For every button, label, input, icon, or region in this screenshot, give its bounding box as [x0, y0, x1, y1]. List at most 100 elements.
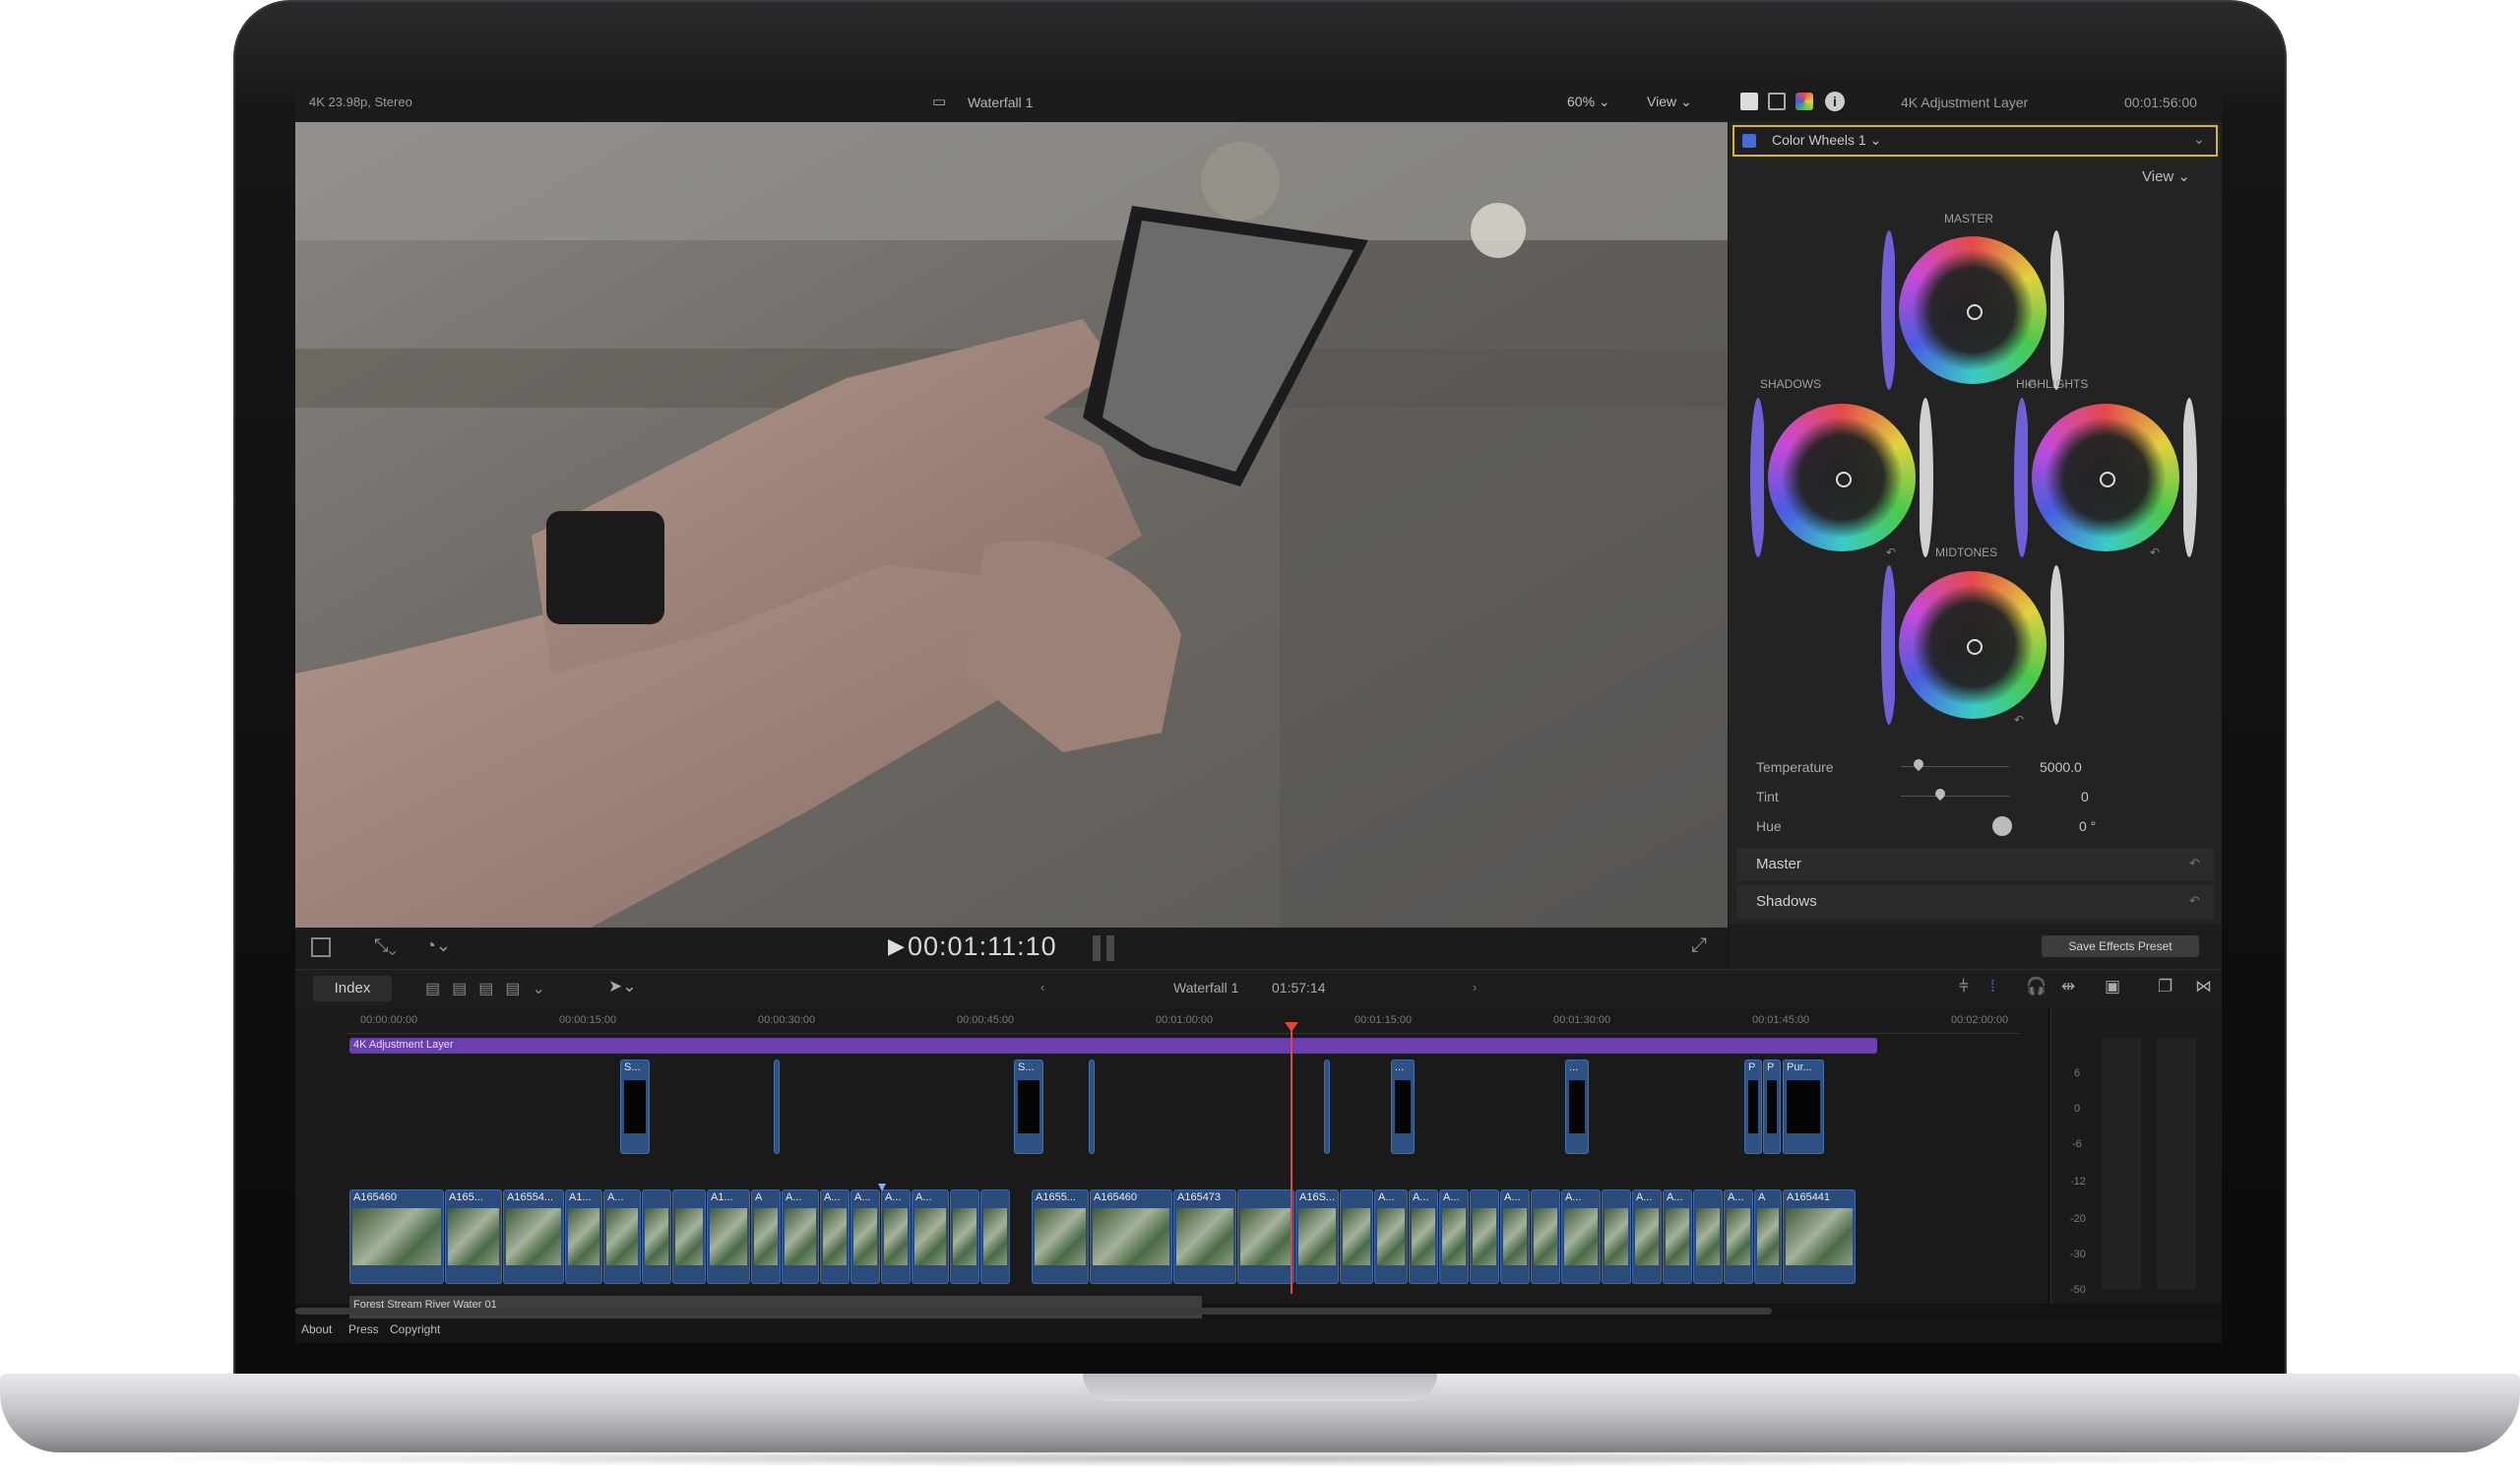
connected-clip[interactable]: P [1763, 1060, 1781, 1154]
param-value[interactable]: 0 ° [2079, 818, 2096, 834]
edit-buttons-icons[interactable]: ▤▤▤▤⌄ [425, 979, 557, 998]
video-clip[interactable] [1340, 1189, 1373, 1284]
video-clip[interactable] [980, 1189, 1010, 1284]
video-clip[interactable]: A... [1439, 1189, 1469, 1284]
connected-clip[interactable]: Pur... [1783, 1060, 1824, 1154]
crop-menu-icon[interactable]: ⤡⌄ [374, 935, 397, 956]
video-clip[interactable] [1693, 1189, 1723, 1284]
save-effects-preset-button[interactable]: Save Effects Preset [2042, 935, 2199, 957]
audio-skimming-icon[interactable]: 🎧 [2026, 977, 2047, 996]
select-tool-icon[interactable]: ➤⌄ [608, 977, 637, 996]
info-icon[interactable]: i [1825, 92, 1845, 111]
timeline-ruler[interactable]: 00:00:00:00 00:00:15:00 00:00:30:00 00:0… [346, 1008, 2020, 1034]
speed-menu-icon[interactable]: ◔⌄ [425, 935, 451, 956]
video-clip[interactable]: A... [782, 1189, 819, 1284]
connected-clip[interactable] [1089, 1060, 1095, 1154]
temperature-slider-thumb[interactable] [1911, 756, 1926, 772]
playhead[interactable] [1291, 1028, 1292, 1294]
video-clip[interactable]: A1655... [1032, 1189, 1089, 1284]
video-clip[interactable]: A [751, 1189, 781, 1284]
master-saturation-slider[interactable] [1881, 230, 1897, 390]
video-clip[interactable]: A165441 [1783, 1189, 1856, 1284]
video-clip[interactable]: A... [1561, 1189, 1601, 1284]
midtones-brightness-slider[interactable] [2048, 565, 2064, 725]
history-back-icon[interactable]: ‹ [1040, 980, 1044, 995]
effect-name[interactable]: Color Wheels 1 ⌄ [1772, 132, 1881, 149]
history-forward-icon[interactable]: › [1473, 980, 1477, 995]
midtones-saturation-slider[interactable] [1881, 565, 1897, 725]
shadows-wheel[interactable] [1768, 404, 1916, 551]
video-clip[interactable]: A... [603, 1189, 641, 1284]
connected-clip[interactable] [1324, 1060, 1330, 1154]
shadows-reset-icon[interactable]: ↶ [1886, 546, 1896, 559]
video-clip[interactable] [1470, 1189, 1499, 1284]
connected-clip[interactable]: ... [1391, 1060, 1415, 1154]
video-inspector-icon[interactable] [1768, 93, 1786, 110]
video-clip[interactable]: A165460 [349, 1189, 444, 1284]
connected-clip[interactable]: ... [1565, 1060, 1589, 1154]
timeline-scrollbar[interactable] [295, 1308, 1772, 1315]
video-clip[interactable]: A... [1500, 1189, 1530, 1284]
video-clip[interactable] [950, 1189, 979, 1284]
midtones-wheel[interactable] [1899, 571, 2047, 719]
video-clip[interactable]: A... [1724, 1189, 1753, 1284]
adjustment-layer-clip[interactable]: 4K Adjustment Layer [349, 1038, 1877, 1054]
video-clip[interactable]: A165... [445, 1189, 502, 1284]
video-clip[interactable] [1531, 1189, 1560, 1284]
skimming-icon[interactable]: ⫩ [1959, 977, 1969, 996]
timeline[interactable]: 00:00:00:00 00:00:15:00 00:00:30:00 00:0… [295, 1008, 2048, 1325]
section-reset-icon[interactable]: ↶ [2189, 856, 2200, 871]
tint-slider-thumb[interactable] [1932, 786, 1948, 802]
effects-browser-icon[interactable]: ❐ [2158, 977, 2173, 996]
connected-clip[interactable]: S... [620, 1060, 650, 1154]
info-inspector-icon[interactable] [1740, 93, 1758, 110]
video-clip[interactable]: A... [881, 1189, 911, 1284]
master-wheel[interactable] [1899, 236, 2047, 384]
index-button[interactable]: Index [313, 976, 392, 1001]
video-clip[interactable]: A... [1663, 1189, 1692, 1284]
video-clip[interactable]: A... [820, 1189, 850, 1284]
footer-link-press[interactable]: Press [348, 1322, 379, 1336]
snapping-icon[interactable]: ⁞ [1990, 977, 1995, 996]
video-clip[interactable]: A... [850, 1189, 880, 1284]
footer-link-copyright[interactable]: Copyright [390, 1322, 440, 1336]
color-inspector-icon[interactable] [1796, 93, 1813, 110]
section-master[interactable]: Master ↶ [1736, 848, 2214, 881]
video-clip[interactable] [1237, 1189, 1294, 1284]
highlights-wheel[interactable] [2032, 404, 2179, 551]
video-clip[interactable]: A... [912, 1189, 949, 1284]
video-clip[interactable]: A [1754, 1189, 1782, 1284]
section-shadows[interactable]: Shadows ↶ [1736, 885, 2214, 919]
video-clip[interactable]: A16S... [1295, 1189, 1339, 1284]
fullscreen-icon[interactable]: ⤢ [1691, 934, 1707, 957]
param-value[interactable]: 0 [2081, 789, 2089, 804]
video-clip[interactable] [1602, 1189, 1631, 1284]
clip-appearance-icon[interactable]: ▣ [2105, 977, 2120, 996]
highlights-reset-icon[interactable]: ↶ [2150, 546, 2160, 559]
video-viewer[interactable] [295, 122, 1728, 928]
video-clip[interactable]: A... [1632, 1189, 1662, 1284]
param-value[interactable]: 5000.0 [2040, 759, 2082, 775]
highlights-saturation-slider[interactable] [2014, 398, 2030, 557]
play-icon[interactable]: ▶ [888, 933, 905, 959]
connected-clip[interactable] [774, 1060, 780, 1154]
effect-selector[interactable]: Color Wheels 1 ⌄ ⌄ [1732, 125, 2218, 157]
video-clip[interactable]: A... [1374, 1189, 1408, 1284]
video-clip[interactable]: A1... [565, 1189, 602, 1284]
transform-menu[interactable] [311, 937, 331, 957]
effect-menu-chevron[interactable]: ⌄ [2193, 131, 2205, 148]
highlights-brightness-slider[interactable] [2181, 398, 2197, 557]
inspector-view-menu[interactable]: View ⌄ [2142, 167, 2190, 185]
viewer-view-menu[interactable]: View ⌄ [1647, 94, 1692, 110]
video-clip[interactable] [642, 1189, 671, 1284]
timecode-display[interactable]: 00:01:11:10 [908, 932, 1057, 962]
master-brightness-slider[interactable] [2048, 230, 2064, 390]
hue-dial[interactable] [1992, 816, 2012, 836]
connected-clip[interactable]: S... [1014, 1060, 1043, 1154]
video-clip[interactable]: A16554... [503, 1189, 564, 1284]
effect-enable-checkbox[interactable] [1742, 134, 1756, 148]
video-clip[interactable]: A165460 [1090, 1189, 1172, 1284]
midtones-reset-icon[interactable]: ↶ [2014, 713, 2024, 727]
section-reset-icon[interactable]: ↶ [2189, 893, 2200, 909]
video-clip[interactable] [672, 1189, 706, 1284]
